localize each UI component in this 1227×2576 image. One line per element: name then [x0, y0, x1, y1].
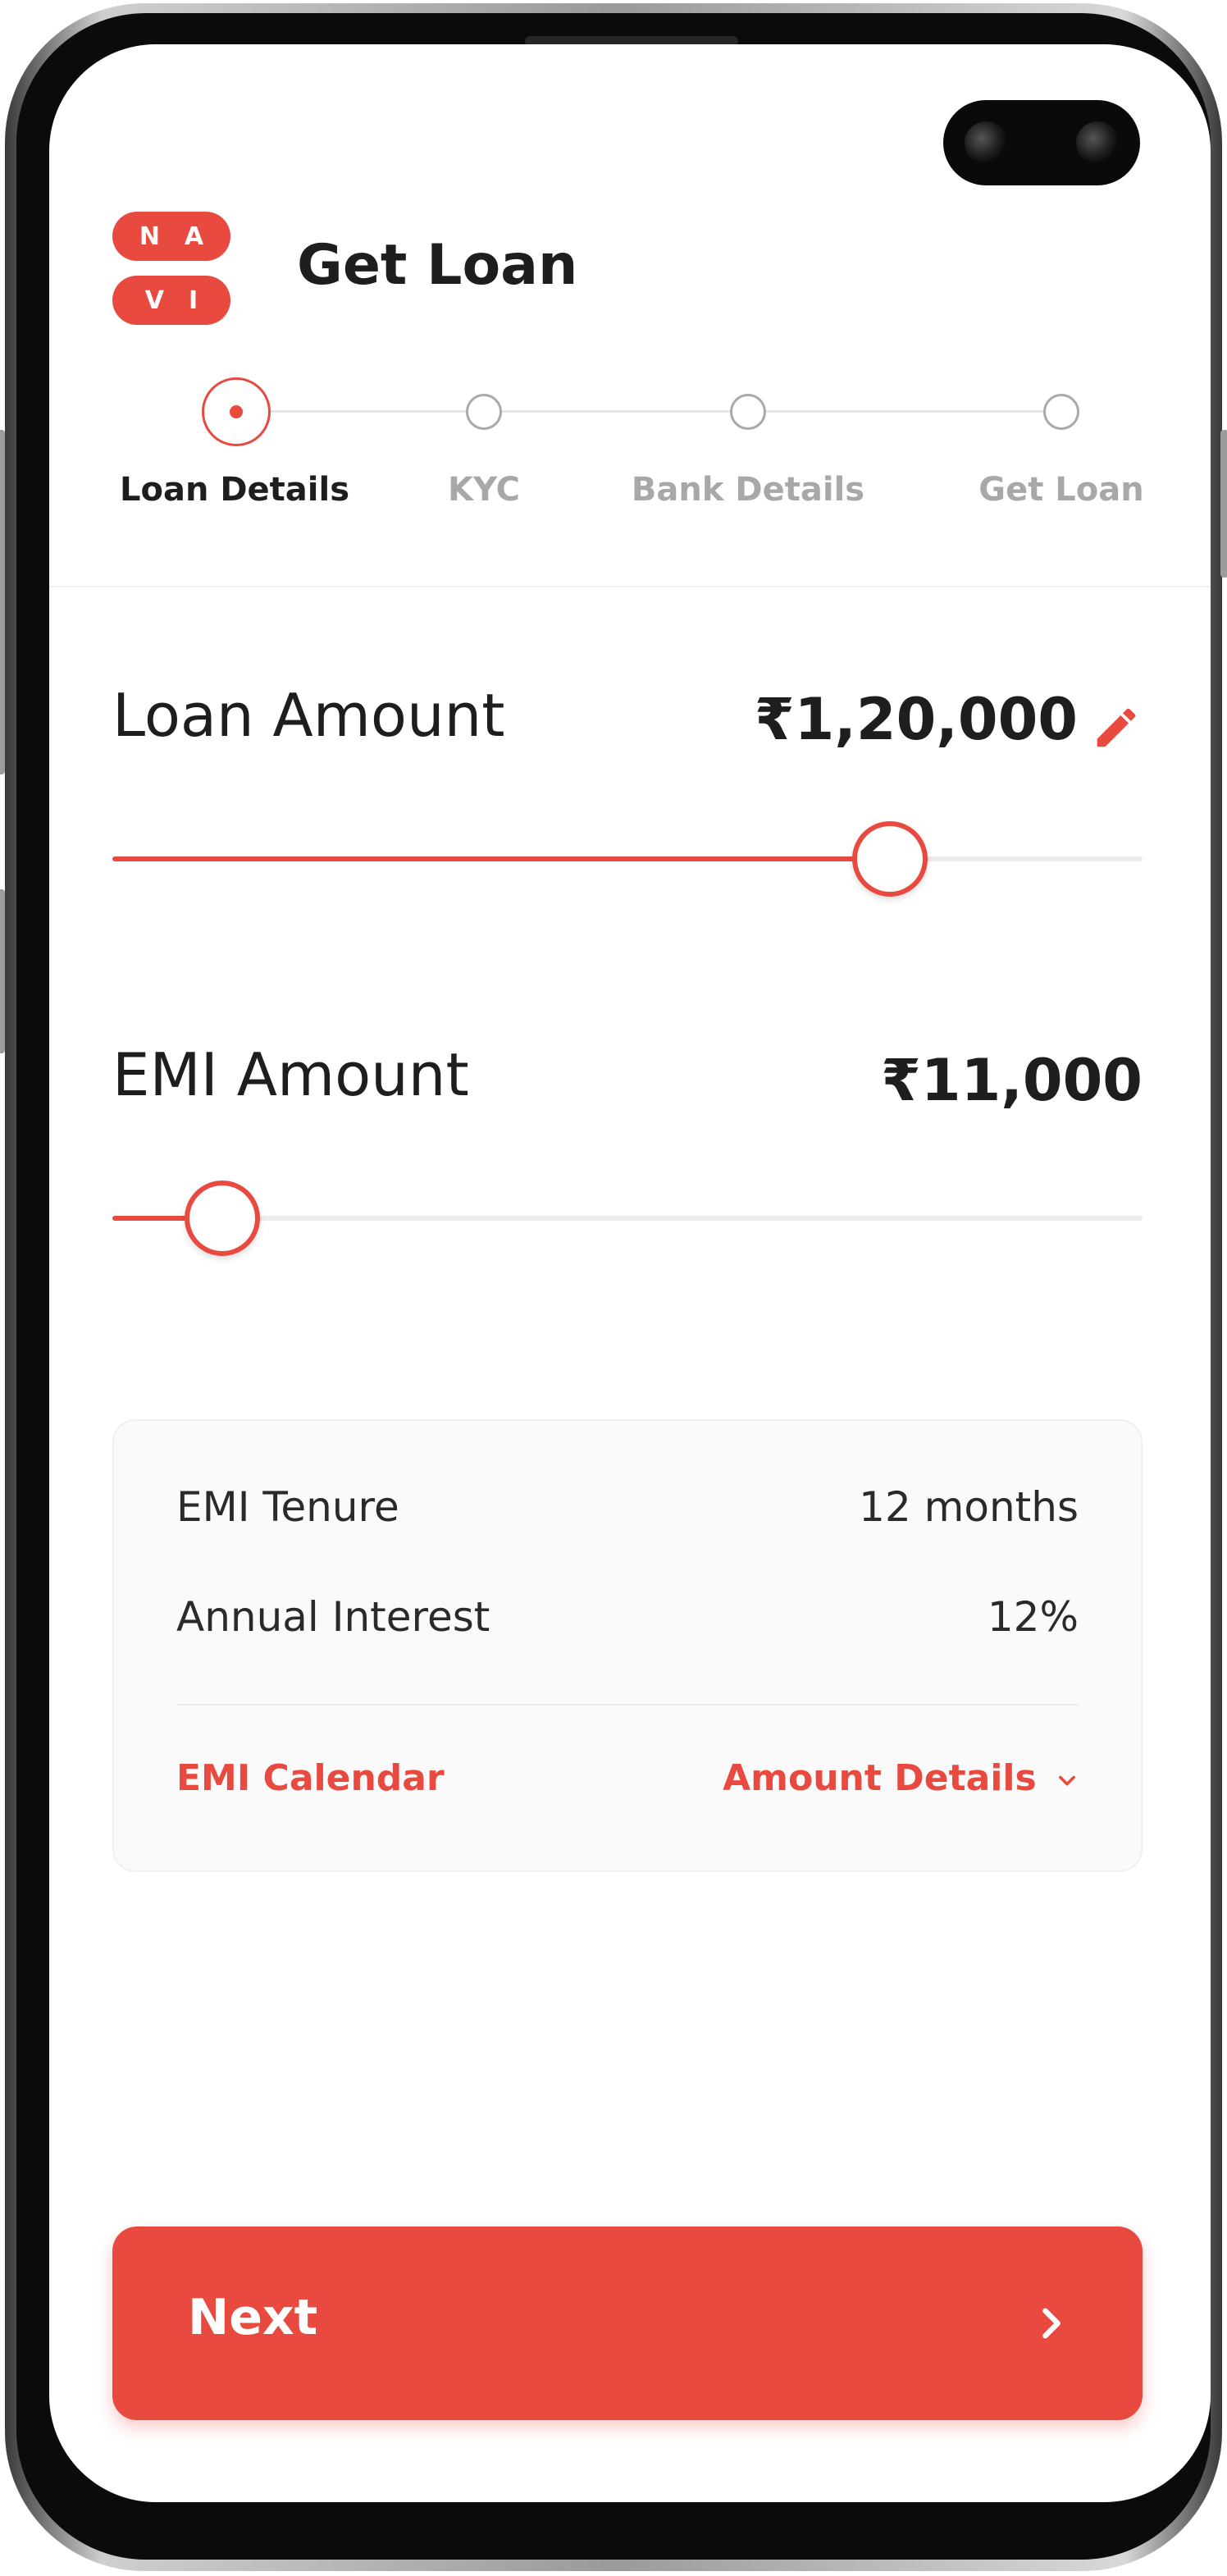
step-dot-loan-details[interactable]	[202, 377, 271, 446]
amount-details-label: Amount Details	[723, 1757, 1037, 1799]
card-divider	[176, 1704, 1079, 1706]
step-label-bank-details[interactable]: Bank Details	[632, 471, 864, 509]
step-dot-kyc[interactable]	[466, 394, 502, 430]
edit-pencil-icon[interactable]	[1091, 702, 1142, 753]
camera-lens-icon	[965, 121, 1007, 164]
emi-amount-value: ₹11,000	[881, 1047, 1143, 1114]
annual-interest-value: 12%	[987, 1593, 1079, 1641]
step-dot-get-loan[interactable]	[1043, 394, 1079, 430]
chevron-right-icon	[1042, 2308, 1061, 2339]
next-button-label: Next	[188, 2289, 318, 2346]
phone-bezel: NA VI Get Loan Loan Details KYC Bank Det…	[16, 13, 1211, 2560]
emi-amount-slider-thumb[interactable]	[185, 1181, 261, 1256]
loan-amount-slider[interactable]	[112, 821, 1143, 897]
step-dot-bank-details[interactable]	[730, 394, 766, 430]
annual-interest-label: Annual Interest	[176, 1593, 490, 1641]
chevron-down-icon	[1059, 1775, 1075, 1786]
amount-details-link[interactable]: Amount Details	[723, 1757, 1079, 1799]
step-label-kyc[interactable]: KYC	[448, 471, 520, 509]
header-divider	[49, 586, 1211, 587]
next-button[interactable]: Next	[112, 2227, 1143, 2420]
loan-amount-label: Loan Amount	[112, 681, 505, 750]
loan-summary-card: EMI Tenure 12 months Annual Interest 12%…	[112, 1419, 1143, 1872]
emi-amount-label: EMI Amount	[112, 1040, 469, 1109]
emi-calendar-link[interactable]: EMI Calendar	[176, 1757, 445, 1799]
bixby-button	[0, 889, 5, 1053]
loan-amount-slider-thumb[interactable]	[852, 821, 928, 897]
page-title: Get Loan	[297, 233, 578, 298]
logo-bottom-block: VI	[112, 276, 230, 325]
phone-frame: NA VI Get Loan Loan Details KYC Bank Det…	[0, 3, 1227, 2571]
front-camera	[943, 100, 1140, 185]
volume-button	[0, 430, 5, 774]
power-button	[1220, 430, 1227, 578]
loan-amount-value: ₹1,20,000	[754, 686, 1078, 753]
app-screen: NA VI Get Loan Loan Details KYC Bank Det…	[49, 44, 1211, 2502]
logo-top-block: NA	[112, 212, 230, 261]
camera-lens-icon	[1076, 121, 1119, 164]
stepper-track	[235, 410, 1063, 413]
emi-tenure-value: 12 months	[859, 1483, 1079, 1531]
loan-amount-slider-fill	[112, 856, 891, 861]
emi-amount-slider[interactable]	[112, 1181, 1143, 1256]
step-label-loan-details[interactable]: Loan Details	[120, 471, 349, 509]
navi-logo: NA VI	[112, 212, 230, 325]
emi-tenure-label: EMI Tenure	[176, 1483, 399, 1531]
step-label-get-loan[interactable]: Get Loan	[978, 471, 1143, 509]
